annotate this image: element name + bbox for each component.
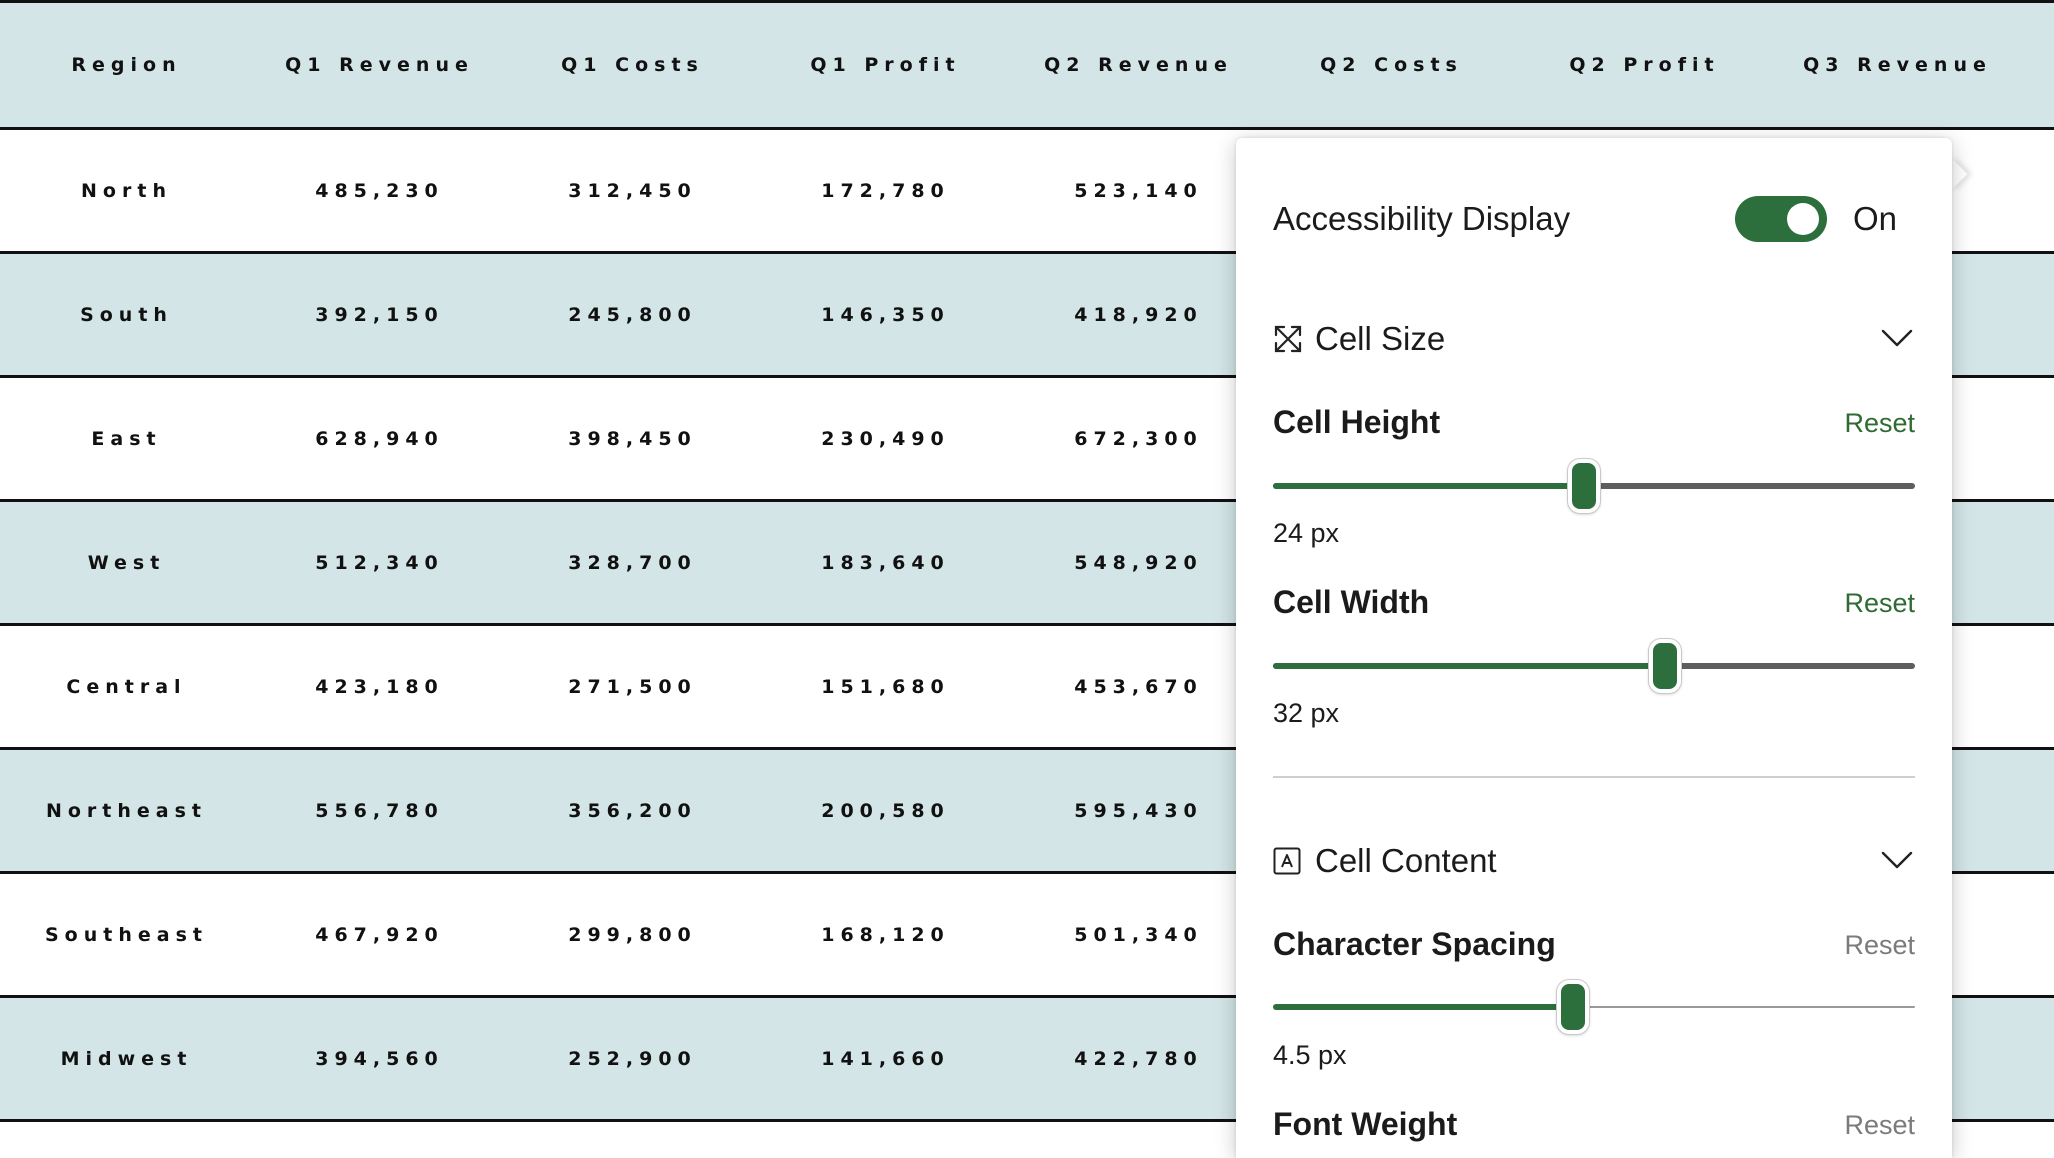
table-cell[interactable]: Midwest xyxy=(0,998,253,1119)
character-spacing-slider[interactable] xyxy=(1273,980,1915,1034)
table-cell[interactable]: 271,500 xyxy=(506,626,759,747)
table-cell[interactable]: 548,920 xyxy=(1012,502,1265,623)
cell-height-value: 24 px xyxy=(1273,518,1340,548)
toggle-knob xyxy=(1787,203,1819,235)
column-header[interactable]: Q2 Profit xyxy=(1518,3,1771,127)
table-cell[interactable]: East xyxy=(0,378,253,499)
table-cell[interactable]: 172,780 xyxy=(759,130,1012,251)
table-cell[interactable]: Southeast xyxy=(0,874,253,995)
table-cell[interactable]: South xyxy=(0,254,253,375)
slider-fill xyxy=(1273,663,1665,669)
column-header[interactable]: Q3 Revenue xyxy=(1771,3,2024,127)
cell-size-title: Cell Size xyxy=(1315,320,1446,357)
font-weight-label: Font Weight xyxy=(1273,1106,1458,1142)
cell-height-reset-button[interactable]: Reset xyxy=(1844,408,1915,439)
table-cell[interactable]: 230,490 xyxy=(759,378,1012,499)
table-cell[interactable]: 422,780 xyxy=(1012,998,1265,1119)
table-cell[interactable]: 501,340 xyxy=(1012,874,1265,995)
table-cell[interactable]: 328,700 xyxy=(506,502,759,623)
table-cell[interactable]: 151,680 xyxy=(759,626,1012,747)
table-cell[interactable]: 453,670 xyxy=(1012,626,1265,747)
chevron-down-icon[interactable] xyxy=(1880,326,1914,350)
panel-title: Accessibility Display xyxy=(1273,200,1571,237)
table-cell[interactable]: 168,120 xyxy=(759,874,1012,995)
table-cell[interactable]: 299,800 xyxy=(506,874,759,995)
slider-thumb[interactable] xyxy=(1648,639,1681,693)
cell-height-label: Cell Height xyxy=(1273,404,1441,440)
accessibility-panel: Accessibility Display On Cell Size Cell … xyxy=(1236,138,1952,1158)
character-spacing-reset-button[interactable]: Reset xyxy=(1844,930,1915,961)
section-divider xyxy=(1273,776,1915,778)
table-cell[interactable]: 485,230 xyxy=(253,130,506,251)
cell-content-title: Cell Content xyxy=(1315,842,1497,879)
chevron-down-icon[interactable] xyxy=(1880,848,1914,872)
cell-content-section-header[interactable]: Cell Content xyxy=(1273,842,1913,886)
character-spacing-label: Character Spacing xyxy=(1273,926,1556,962)
character-spacing-value: 4.5 px xyxy=(1273,1040,1347,1070)
cell-size-section-header[interactable]: Cell Size xyxy=(1273,320,1913,364)
column-header[interactable]: Q1 Profit xyxy=(759,3,1012,127)
column-header[interactable]: Q2 Costs xyxy=(1265,3,1518,127)
table-cell[interactable]: 398,450 xyxy=(506,378,759,499)
table-cell[interactable]: 672,300 xyxy=(1012,378,1265,499)
accessibility-toggle[interactable] xyxy=(1735,196,1827,242)
table-cell[interactable]: 252,900 xyxy=(506,998,759,1119)
table-cell[interactable]: 394,560 xyxy=(253,998,506,1119)
header-row: Region Q1 Revenue Q1 Costs Q1 Profit Q2 … xyxy=(0,3,2054,130)
table-cell[interactable]: North xyxy=(0,130,253,251)
cell-width-label: Cell Width xyxy=(1273,584,1430,620)
table-cell[interactable]: 512,340 xyxy=(253,502,506,623)
slider-thumb[interactable] xyxy=(1557,980,1590,1034)
table-cell[interactable]: 183,640 xyxy=(759,502,1012,623)
table-cell[interactable]: 312,450 xyxy=(506,130,759,251)
font-weight-reset-button[interactable]: Reset xyxy=(1844,1110,1915,1141)
table-cell[interactable]: 556,780 xyxy=(253,750,506,871)
table-cell[interactable]: 392,150 xyxy=(253,254,506,375)
table-cell[interactable]: 200,580 xyxy=(759,750,1012,871)
table-cell[interactable]: 595,430 xyxy=(1012,750,1265,871)
column-header[interactable]: Q2 Revenue xyxy=(1012,3,1265,127)
table-cell[interactable]: 146,350 xyxy=(759,254,1012,375)
table-cell[interactable]: West xyxy=(0,502,253,623)
table-cell[interactable]: 467,920 xyxy=(253,874,506,995)
column-header[interactable]: Region xyxy=(0,3,253,127)
table-cell[interactable]: 628,940 xyxy=(253,378,506,499)
text-format-icon xyxy=(1273,847,1301,875)
cell-width-reset-button[interactable]: Reset xyxy=(1844,588,1915,619)
cell-height-slider[interactable] xyxy=(1273,459,1915,513)
table-cell[interactable]: 245,800 xyxy=(506,254,759,375)
table-cell[interactable]: Central xyxy=(0,626,253,747)
resize-icon xyxy=(1273,324,1303,354)
column-header[interactable]: Q1 Revenue xyxy=(253,3,506,127)
table-cell[interactable]: Northeast xyxy=(0,750,253,871)
table-cell[interactable]: 418,920 xyxy=(1012,254,1265,375)
table-cell[interactable]: 523,140 xyxy=(1012,130,1265,251)
toggle-state-label: On xyxy=(1853,200,1898,237)
cell-width-slider[interactable] xyxy=(1273,639,1915,693)
table-cell[interactable]: 356,200 xyxy=(506,750,759,871)
cell-width-value: 32 px xyxy=(1273,698,1340,728)
slider-fill xyxy=(1273,1004,1574,1010)
slider-fill xyxy=(1273,483,1585,489)
slider-thumb[interactable] xyxy=(1568,459,1601,513)
table-cell[interactable]: 423,180 xyxy=(253,626,506,747)
column-header[interactable]: Q1 Costs xyxy=(506,3,759,127)
table-cell[interactable]: 141,660 xyxy=(759,998,1012,1119)
